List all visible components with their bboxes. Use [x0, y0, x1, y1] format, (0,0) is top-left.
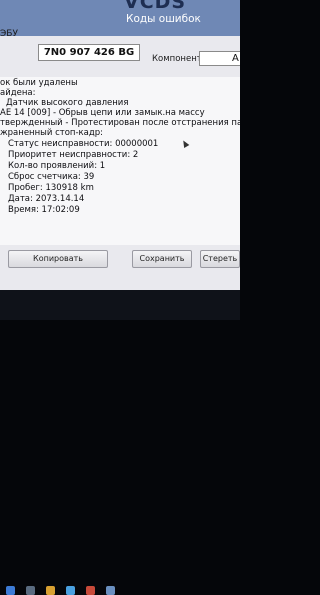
- log-line: жраненный стоп-кадр:: [0, 128, 104, 138]
- log-line: Время: 17:02:09: [8, 205, 80, 215]
- component-field[interactable]: A: [199, 51, 240, 66]
- vcds-window: VCDS Коды ошибок ЭБУ 7N0 907 426 BG Комп…: [0, 0, 240, 298]
- component-label: Компонент:: [152, 54, 205, 64]
- clear-button[interactable]: Стереть: [200, 250, 240, 268]
- log-line: Кол-во проявлений: 1: [8, 161, 106, 171]
- fault-code-log[interactable]: ок были удалены айдена: Датчик высокого …: [0, 77, 240, 245]
- part-number-field[interactable]: 7N0 907 426 BG: [38, 44, 140, 61]
- log-line: Статус неисправности: 00000001: [8, 139, 159, 149]
- title-bar: VCDS Коды ошибок: [0, 0, 240, 36]
- window-title: Коды ошибок: [126, 13, 201, 25]
- save-button[interactable]: Сохранить: [132, 250, 192, 268]
- log-line: Дата: 2073.14.14: [8, 194, 85, 204]
- app-icon[interactable]: [86, 586, 95, 595]
- vcds-logo: VCDS: [124, 0, 187, 13]
- log-line: Сброс счетчика: 39: [8, 172, 95, 182]
- vcds-taskbar-icon[interactable]: [106, 586, 115, 595]
- search-icon[interactable]: [26, 586, 35, 595]
- log-line: Приоритет неисправности: 2: [8, 150, 139, 160]
- start-icon[interactable]: [6, 586, 15, 595]
- copy-button[interactable]: Копировать: [8, 250, 108, 268]
- log-line: Пробег: 130918 km: [8, 183, 94, 193]
- browser-icon[interactable]: [66, 586, 75, 595]
- folder-icon[interactable]: [46, 586, 55, 595]
- ecu-label: ЭБУ: [0, 29, 18, 39]
- windows-taskbar: [0, 290, 240, 595]
